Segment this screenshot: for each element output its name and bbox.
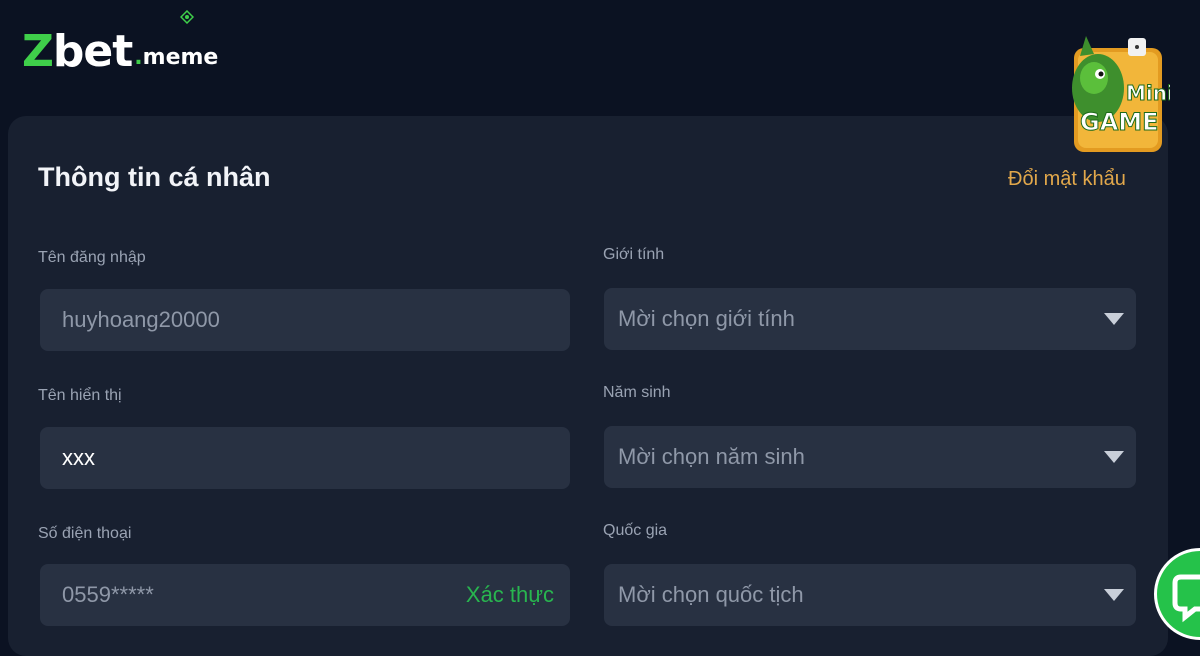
nationality-select[interactable]: Mời chọn quốc tịch	[604, 564, 1136, 626]
chevron-down-icon	[1104, 589, 1124, 601]
minigame-label-bottom: GAME	[1080, 108, 1159, 136]
logo-text: Zbet	[22, 26, 133, 77]
verify-phone-button[interactable]: Xác thực	[466, 582, 554, 608]
gender-select[interactable]: Mời chọn giới tính	[604, 288, 1136, 350]
change-password-link[interactable]: Đổi mật khẩu	[1008, 168, 1126, 191]
nationality-label: Quốc gia	[603, 522, 668, 539]
chat-bubble-icon	[1172, 574, 1200, 623]
birth-year-label: Năm sinh	[603, 384, 671, 401]
username-field[interactable]: huyhoang20000	[40, 289, 570, 351]
minigame-widget[interactable]: Mini GAME	[1060, 26, 1170, 156]
logo-badge-icon	[180, 10, 194, 24]
page-title: Thông tin cá nhân	[38, 162, 271, 192]
nationality-placeholder: Mời chọn quốc tịch	[618, 582, 804, 607]
display-name-label: Tên hiển thị	[38, 387, 122, 404]
chevron-down-icon	[1104, 313, 1124, 325]
phone-field[interactable]: 0559***** Xác thực	[40, 564, 570, 626]
brand-logo[interactable]: Zbet .meme	[22, 10, 219, 77]
top-bar: Zbet .meme	[0, 0, 1200, 110]
birth-year-select[interactable]: Mời chọn năm sinh	[604, 426, 1136, 488]
username-value: huyhoang20000	[62, 307, 220, 332]
minigame-label-top: Mini	[1126, 81, 1170, 105]
birth-year-placeholder: Mời chọn năm sinh	[618, 444, 805, 469]
display-name-field[interactable]: xxx	[40, 427, 570, 489]
chevron-down-icon	[1104, 451, 1124, 463]
username-label: Tên đăng nhập	[38, 249, 146, 266]
gender-label: Giới tính	[603, 246, 665, 263]
logo-domain: .meme	[134, 45, 219, 70]
gender-placeholder: Mời chọn giới tính	[618, 306, 795, 331]
phone-value: 0559*****	[62, 582, 154, 607]
phone-label: Số điện thoại	[38, 525, 132, 542]
display-name-value: xxx	[62, 445, 95, 470]
